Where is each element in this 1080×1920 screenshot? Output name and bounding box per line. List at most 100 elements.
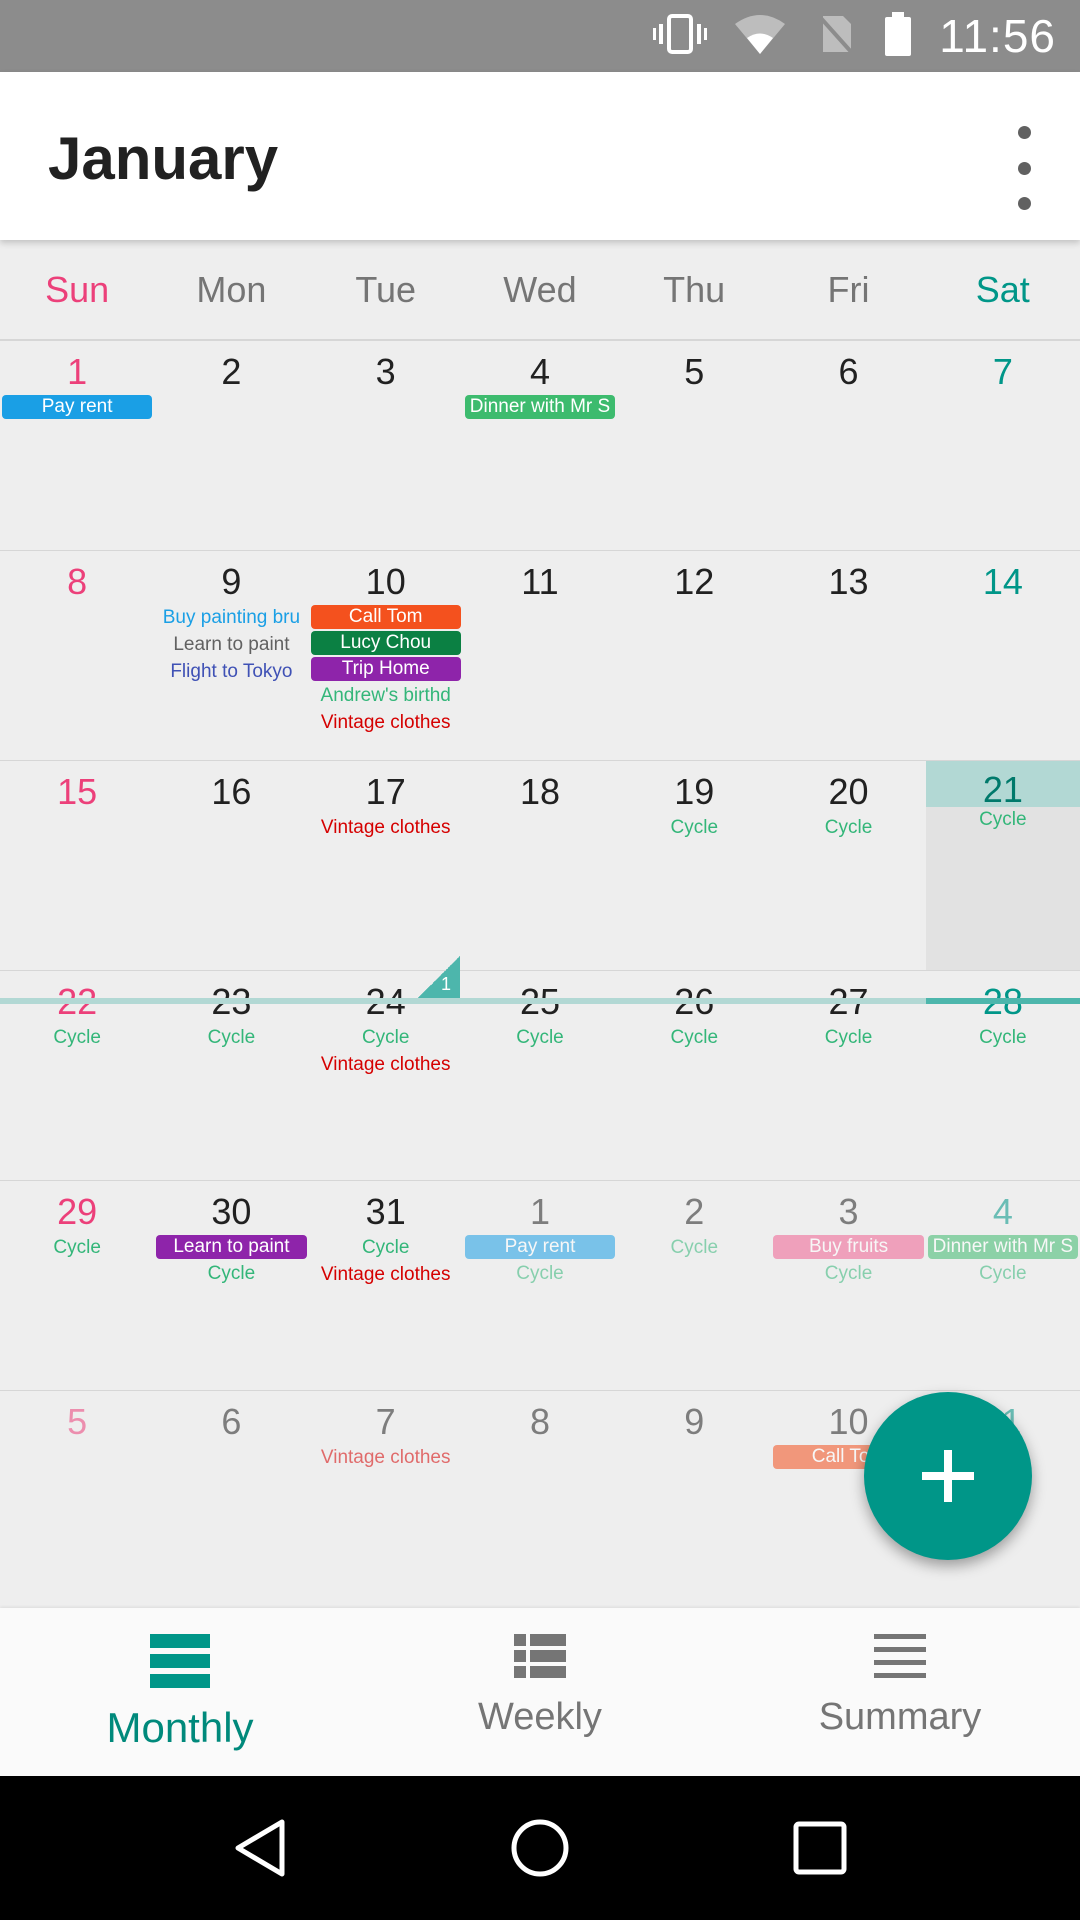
event-item[interactable]: Cycle bbox=[928, 1025, 1078, 1050]
day-cell[interactable]: 4 Dinner with Mr S Cycle bbox=[926, 1181, 1080, 1391]
day-events: Cycle Vintage clothes bbox=[309, 1025, 463, 1077]
day-cell[interactable]: 15 bbox=[0, 761, 154, 971]
event-item[interactable]: Cycle bbox=[2, 1235, 152, 1260]
event-item[interactable]: Vintage clothes bbox=[311, 1262, 461, 1287]
day-cell[interactable]: 2 bbox=[154, 341, 308, 551]
day-cell[interactable]: 1 Pay rent Cycle bbox=[463, 1181, 617, 1391]
week-row: 1 Pay rent 2 3 4 Dinner with Mr S 5 6 7 bbox=[0, 340, 1080, 550]
weekday-label: Mon bbox=[196, 269, 267, 310]
event-item[interactable]: Cycle bbox=[928, 1261, 1078, 1286]
home-circle-icon bbox=[511, 1819, 569, 1877]
event-item[interactable]: Cycle bbox=[619, 815, 769, 840]
home-button[interactable] bbox=[500, 1808, 580, 1888]
day-cell[interactable]: 13 bbox=[771, 551, 925, 761]
day-cell[interactable]: 9 bbox=[617, 1391, 771, 1601]
day-events: Dinner with Mr S bbox=[463, 395, 617, 419]
event-item[interactable]: Cycle bbox=[311, 1025, 461, 1050]
day-cell[interactable]: 8 bbox=[463, 1391, 617, 1601]
more-vert-icon bbox=[1017, 126, 1031, 139]
day-cell[interactable]: 17 Vintage clothes bbox=[309, 761, 463, 971]
event-item[interactable]: Pay rent bbox=[464, 1235, 616, 1259]
event-item[interactable]: Cycle bbox=[156, 1025, 306, 1050]
more-options-button[interactable] bbox=[1004, 126, 1044, 210]
day-cell[interactable]: 14 bbox=[926, 551, 1080, 761]
day-cell[interactable]: 16 bbox=[154, 761, 308, 971]
nav-monthly[interactable]: Monthly bbox=[0, 1608, 360, 1776]
day-cell[interactable]: 1 Pay rent bbox=[0, 341, 154, 551]
day-cell[interactable]: 9 Buy painting bru Learn to paint Flight to… bbox=[154, 551, 308, 761]
event-item[interactable]: Cycle bbox=[156, 1261, 306, 1286]
day-number: 30 bbox=[211, 1191, 252, 1232]
day-cell[interactable]: 12 bbox=[617, 551, 771, 761]
nav-summary[interactable]: Summary bbox=[720, 1608, 1080, 1776]
day-cell[interactable]: 2 Cycle bbox=[617, 1181, 771, 1391]
app-bar: January bbox=[0, 72, 1080, 240]
day-cell[interactable]: 8 bbox=[0, 551, 154, 761]
nav-label: Weekly bbox=[478, 1696, 602, 1738]
day-cell-today[interactable]: 21 Cycle bbox=[925, 761, 1080, 971]
day-cell[interactable]: 10 Call Tom Lucy Chou Trip Home Andrew's bir… bbox=[309, 551, 463, 761]
event-item[interactable]: Cycle bbox=[2, 1025, 152, 1050]
back-button[interactable] bbox=[220, 1808, 300, 1888]
day-cell[interactable]: 7 bbox=[926, 341, 1080, 551]
event-item[interactable]: Cycle bbox=[773, 1025, 923, 1050]
day-events: Vintage clothes bbox=[309, 1445, 463, 1470]
event-item[interactable]: Cycle bbox=[465, 1025, 615, 1050]
day-cell[interactable]: 29 Cycle bbox=[0, 1181, 154, 1391]
day-cell[interactable]: 5 bbox=[617, 341, 771, 551]
day-number: 15 bbox=[57, 771, 98, 812]
day-cell[interactable]: 6 bbox=[771, 341, 925, 551]
day-cell[interactable]: 11 bbox=[463, 551, 617, 761]
event-item[interactable]: Cycle bbox=[928, 807, 1078, 832]
day-cell[interactable]: 31 Cycle Vintage clothes bbox=[309, 1181, 463, 1391]
day-cell[interactable]: 20 Cycle bbox=[771, 761, 925, 971]
event-item[interactable]: Learn to paint bbox=[156, 1235, 307, 1259]
nav-weekly[interactable]: Weekly bbox=[360, 1608, 720, 1776]
event-item[interactable]: Lucy Chou bbox=[310, 631, 461, 655]
event-item[interactable]: Cycle bbox=[773, 815, 923, 840]
event-item[interactable]: Cycle bbox=[311, 1235, 461, 1260]
event-item[interactable]: Buy fruits bbox=[773, 1235, 924, 1259]
event-item[interactable]: Trip Home bbox=[310, 657, 461, 681]
event-item[interactable]: Cycle bbox=[619, 1235, 769, 1260]
event-item[interactable]: Cycle bbox=[773, 1261, 923, 1286]
recents-button[interactable] bbox=[780, 1808, 860, 1888]
day-cell[interactable]: 18 bbox=[463, 761, 617, 971]
day-number: 14 bbox=[982, 561, 1023, 602]
event-item[interactable]: Flight to Tokyo bbox=[156, 659, 306, 684]
event-item[interactable]: Call Tom bbox=[310, 605, 461, 629]
day-cell[interactable]: 6 bbox=[154, 1391, 308, 1601]
event-item[interactable]: Vintage clothes bbox=[311, 815, 461, 840]
day-events: Cycle bbox=[926, 1025, 1080, 1050]
day-cell[interactable]: 19 Cycle bbox=[617, 761, 771, 971]
more-events-indicator[interactable] bbox=[418, 956, 460, 998]
day-number: 7 bbox=[992, 351, 1013, 392]
event-item[interactable]: Vintage clothes bbox=[311, 1445, 461, 1470]
day-events: Cycle bbox=[0, 1025, 154, 1050]
day-cell[interactable]: 7 Vintage clothes bbox=[309, 1391, 463, 1601]
day-cell[interactable]: 3 bbox=[309, 341, 463, 551]
event-item[interactable]: Vintage clothes bbox=[311, 710, 461, 735]
event-item[interactable]: Pay rent bbox=[2, 395, 153, 419]
event-item[interactable]: Dinner with Mr S bbox=[927, 1235, 1078, 1259]
day-cell[interactable]: 3 Buy fruits Cycle bbox=[771, 1181, 925, 1391]
event-item[interactable]: Buy painting bru bbox=[156, 605, 306, 630]
add-event-button[interactable] bbox=[864, 1392, 1032, 1560]
day-number: 5 bbox=[684, 351, 705, 392]
day-cell[interactable]: 30 Learn to paint Cycle bbox=[154, 1181, 308, 1391]
event-item[interactable]: Cycle bbox=[465, 1261, 615, 1286]
day-events: Cycle bbox=[463, 1025, 617, 1050]
event-item[interactable]: Dinner with Mr S bbox=[464, 395, 616, 419]
day-events: Cycle bbox=[771, 1025, 925, 1050]
day-events: Cycle bbox=[926, 807, 1080, 832]
day-cell[interactable]: 4 Dinner with Mr S bbox=[463, 341, 617, 551]
event-item[interactable]: Learn to paint bbox=[156, 632, 306, 657]
event-item[interactable]: Andrew's birthd bbox=[311, 683, 461, 708]
day-cell[interactable]: 5 bbox=[0, 1391, 154, 1601]
monthly-view-icon bbox=[150, 1634, 210, 1688]
day-events: Cycle Vintage clothes bbox=[309, 1235, 463, 1287]
day-number: 18 bbox=[519, 771, 560, 812]
event-item[interactable]: Vintage clothes bbox=[311, 1052, 461, 1077]
event-item[interactable]: Cycle bbox=[619, 1025, 769, 1050]
summary-lines-icon bbox=[874, 1634, 926, 1678]
